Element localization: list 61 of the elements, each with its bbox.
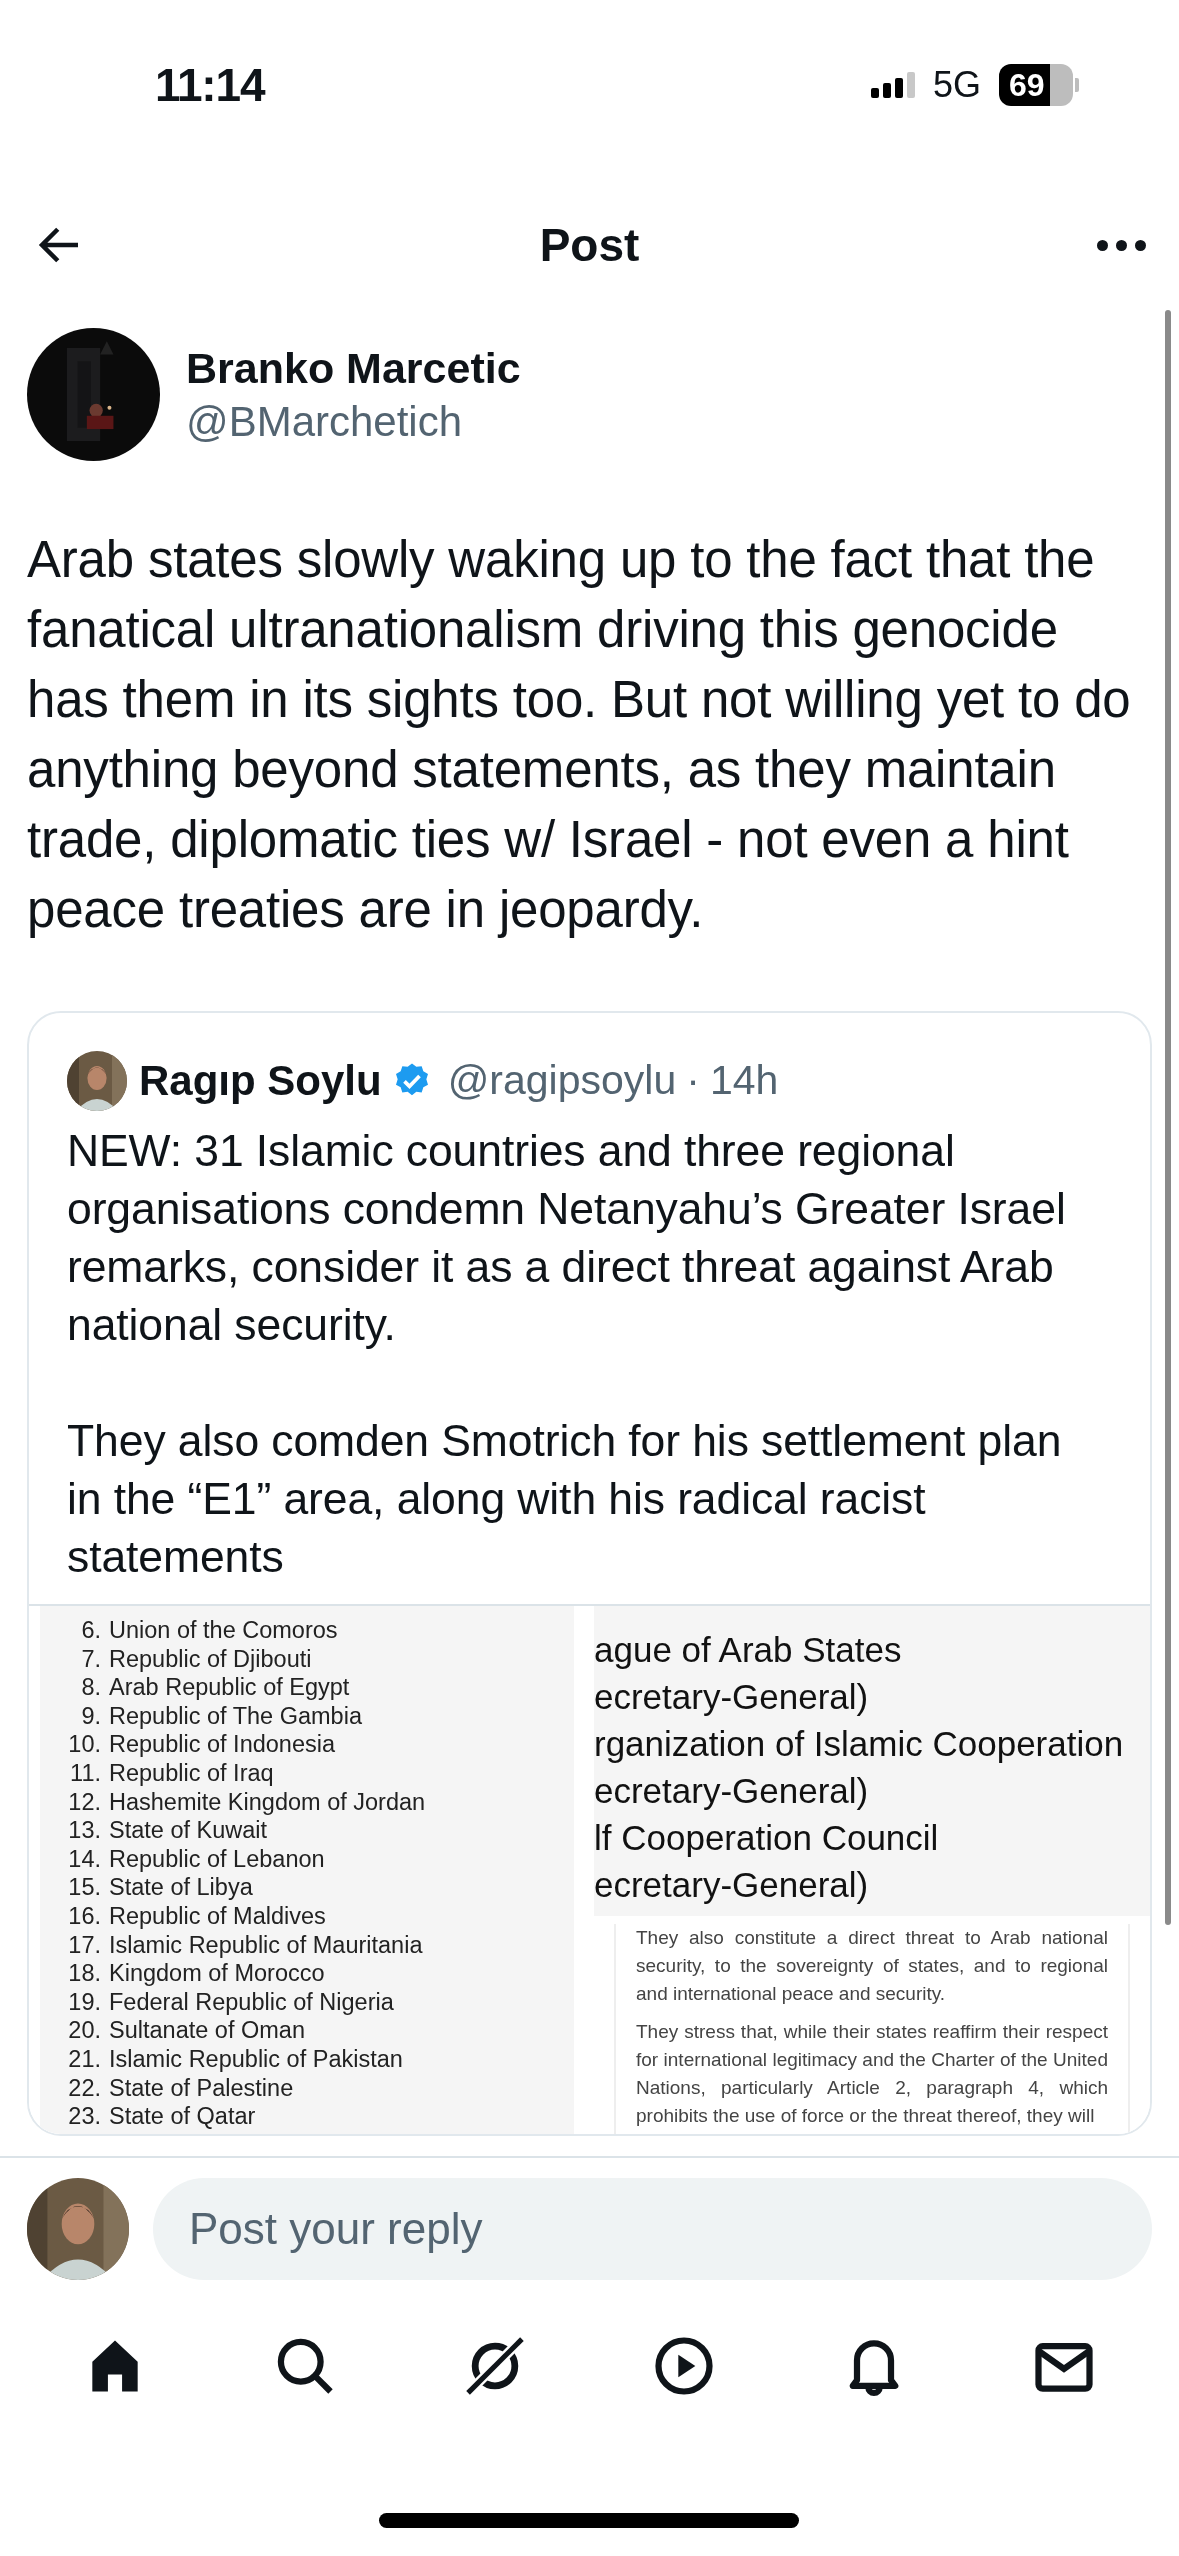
- list-number: 12.: [67, 1787, 102, 1817]
- list-text: Kingdom of Morocco: [109, 1959, 325, 1988]
- document-line: rganization of Islamic Cooperation: [594, 1723, 1125, 1765]
- list-text: Republic of Maldives: [109, 1901, 326, 1931]
- list-text: State of Libya: [109, 1873, 253, 1902]
- list-text: Islamic Republic of Mauritania: [109, 1930, 423, 1960]
- list-number: 11.: [69, 1758, 102, 1788]
- list-text: State of Kuwait: [109, 1816, 268, 1845]
- reply-field[interactable]: Post your reply: [153, 2178, 1152, 2280]
- list-number: 19.: [67, 1987, 102, 2017]
- document-line: ecretary-General): [594, 1676, 870, 1718]
- network-label: 5G: [932, 63, 981, 107]
- document-paragraph: They also constitute a direct threat to Arab national security, to the sovereignty of states, and to regional and international peace and security.: [636, 1926, 1108, 2006]
- list-number: 13.: [67, 1816, 102, 1845]
- list-number: 18.: [67, 1959, 102, 1988]
- list-text: Sultanate of Oman: [109, 2016, 305, 2045]
- signal-icon: [870, 72, 915, 98]
- quote-author-name: Ragıp Soylu: [139, 1056, 382, 1106]
- list-text: Arab Republic of Egypt: [109, 1673, 350, 1702]
- list-text: Islamic Republic of Pakistan: [109, 2044, 403, 2074]
- list-text: State of Qatar: [109, 2102, 256, 2131]
- list-number: 16.: [67, 1901, 102, 1931]
- list-text: Union of the Comoros: [109, 1616, 338, 1645]
- list-text: Republic of Iraq: [109, 1758, 274, 1788]
- list-number: 17.: [67, 1930, 102, 1960]
- battery-icon: 69: [999, 64, 1073, 106]
- list-number: 20.: [67, 2016, 102, 2045]
- list-number: 7.: [80, 1644, 102, 1674]
- list-number: 6.: [80, 1616, 102, 1645]
- list-number: 23.: [67, 2102, 102, 2131]
- separator-dot: ·: [686, 1055, 700, 1105]
- list-number: 9.: [80, 1701, 102, 1731]
- document-line: ecretary-General): [594, 1864, 870, 1906]
- page-title: Post: [539, 217, 640, 273]
- list-text: Republic of Djibouti: [109, 1644, 312, 1674]
- quote-time: 14h: [709, 1055, 779, 1105]
- document-line: ecretary-General): [594, 1770, 870, 1812]
- list-number: 8.: [80, 1673, 102, 1702]
- post-text: Arab states slowly waking up to the fact that the fanatical ultranationalism driving this genocide has them in its sights too. But not willing yet to do anything beyond statements, as they maintain trade, diplomatic ties w/ Israel - not even a hint peace treaties are in jeopardy.: [26, 530, 1132, 940]
- list-text: Federal Republic of Nigeria: [109, 1987, 394, 2017]
- list-number: 15.: [67, 1873, 102, 1902]
- list-number: 21.: [67, 2044, 102, 2074]
- quote-author-handle: @ragipsoylu: [447, 1055, 677, 1105]
- list-text: Republic of Lebanon: [109, 1844, 325, 1874]
- list-text: Republic of The Gambia: [109, 1701, 362, 1731]
- list-text: Republic of Indonesia: [109, 1730, 335, 1759]
- document-line: lf Cooperation Council: [594, 1817, 940, 1859]
- list-text: State of Palestine: [109, 2073, 294, 2103]
- quote-text: They also comden Smotrich for his settlement plan in the “E1” area, along with his radical racist statements: [67, 1415, 1063, 1583]
- document-paragraph: They stress that, while their states reaffirm their respect for international legitimacy and the Charter of the United Nations, particularly Article 2, paragraph 4, which prohibits the use of force or the threat thereof, they will: [636, 2020, 1108, 2128]
- list-text: Hashemite Kingdom of Jordan: [109, 1787, 426, 1817]
- list-number: 14.: [67, 1844, 102, 1874]
- status-time: 11:14: [155, 57, 265, 113]
- more-icon[interactable]: [1097, 239, 1146, 251]
- document-line: ague of Arab States: [594, 1629, 903, 1671]
- quote-card[interactable]: [27, 1011, 1152, 2136]
- author-name[interactable]: Branko Marcetic: [186, 340, 521, 395]
- quote-text: NEW: 31 Islamic countries and three regional organisations condemn Netanyahu’s Greater Israel remarks, consider it as a direct threat against Arab national security.: [67, 1125, 1067, 1351]
- list-number: 10.: [67, 1730, 102, 1759]
- list-number: 22.: [67, 2073, 102, 2103]
- author-handle[interactable]: @BMarchetich: [186, 394, 521, 449]
